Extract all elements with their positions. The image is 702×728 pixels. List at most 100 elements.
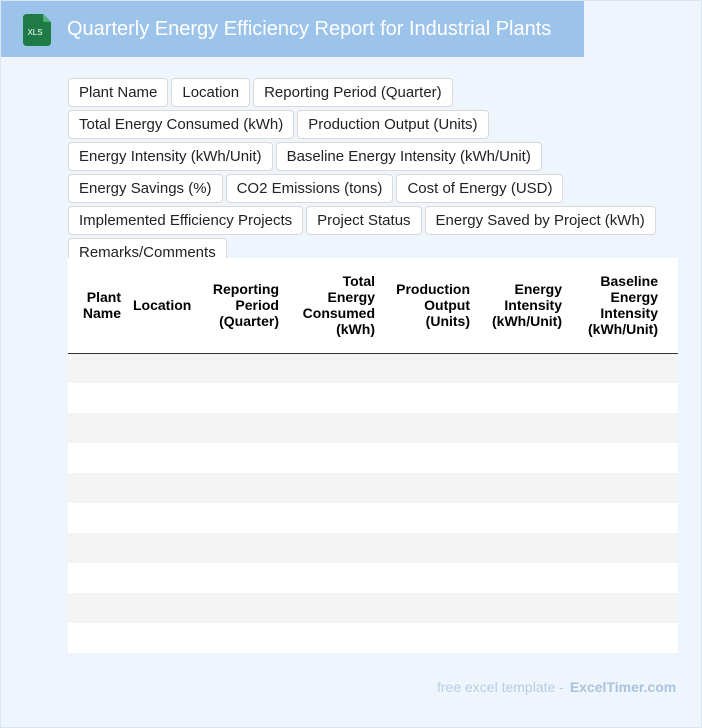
table-cell[interactable]: [383, 563, 478, 593]
table-cell[interactable]: [197, 413, 287, 443]
field-chip[interactable]: Plant Name: [68, 78, 169, 107]
table-cell[interactable]: [478, 533, 570, 563]
table-cell[interactable]: [129, 353, 197, 383]
table-cell[interactable]: [478, 443, 570, 473]
table-cell[interactable]: [287, 533, 383, 563]
field-chip[interactable]: Reporting Period (Quarter): [253, 78, 453, 107]
table-row: [68, 383, 678, 413]
field-chip[interactable]: Energy Saved by Project (kWh): [424, 206, 656, 235]
table-cell[interactable]: [129, 383, 197, 413]
table-cell[interactable]: [197, 383, 287, 413]
table-cell[interactable]: [68, 443, 129, 473]
table-cell[interactable]: [197, 503, 287, 533]
column-header[interactable]: Baseline Energy Intensity (kWh/Unit): [570, 258, 678, 354]
table-cell[interactable]: [287, 413, 383, 443]
table-cell[interactable]: [383, 623, 478, 653]
table-cell[interactable]: [129, 503, 197, 533]
column-header[interactable]: Plant Name: [68, 258, 129, 354]
field-chip[interactable]: Cost of Energy (USD): [396, 174, 564, 203]
table-cell[interactable]: [197, 563, 287, 593]
field-chip[interactable]: Energy Intensity (kWh/Unit): [68, 142, 273, 171]
table-cell[interactable]: [197, 623, 287, 653]
field-chip[interactable]: Total Energy Consumed (kWh): [68, 110, 295, 139]
table-cell[interactable]: [570, 413, 678, 443]
table-cell[interactable]: [129, 563, 197, 593]
table-cell[interactable]: [478, 383, 570, 413]
table-cell[interactable]: [287, 443, 383, 473]
table-cell[interactable]: [287, 383, 383, 413]
column-header[interactable]: Production Output (Units): [383, 258, 478, 354]
table-cell[interactable]: [478, 623, 570, 653]
table-cell[interactable]: [570, 623, 678, 653]
table-cell[interactable]: [570, 563, 678, 593]
table-cell[interactable]: [383, 443, 478, 473]
table-cell[interactable]: [570, 383, 678, 413]
column-header[interactable]: Reporting Period (Quarter): [197, 258, 287, 354]
table-cell[interactable]: [287, 593, 383, 623]
xls-icon-label: XLS: [27, 28, 42, 37]
table-cell[interactable]: [383, 503, 478, 533]
table-row: [68, 593, 678, 623]
table-cell[interactable]: [129, 623, 197, 653]
xls-file-icon: XLS: [23, 14, 51, 46]
field-chip[interactable]: Implemented Efficiency Projects: [68, 206, 304, 235]
table-row: [68, 503, 678, 533]
table-cell[interactable]: [129, 533, 197, 563]
table-cell[interactable]: [68, 413, 129, 443]
table-cell[interactable]: [129, 443, 197, 473]
table-cell[interactable]: [68, 353, 129, 383]
footer-brand-link[interactable]: ExcelTimer.com: [570, 679, 676, 695]
field-chip[interactable]: CO2 Emissions (tons): [225, 174, 394, 203]
table-cell[interactable]: [383, 413, 478, 443]
column-header[interactable]: Location: [129, 258, 197, 354]
table-cell[interactable]: [68, 563, 129, 593]
table-cell[interactable]: [570, 473, 678, 503]
table-cell[interactable]: [478, 473, 570, 503]
table-cell[interactable]: [383, 353, 478, 383]
table-cell[interactable]: [129, 593, 197, 623]
table-row: [68, 533, 678, 563]
table-cell[interactable]: [197, 353, 287, 383]
table-cell[interactable]: [478, 593, 570, 623]
table-cell[interactable]: [129, 413, 197, 443]
table-cell[interactable]: [478, 563, 570, 593]
table-cell[interactable]: [287, 563, 383, 593]
table-cell[interactable]: [197, 473, 287, 503]
table-cell[interactable]: [478, 503, 570, 533]
table-row: [68, 623, 678, 653]
table-cell[interactable]: [68, 503, 129, 533]
table-cell[interactable]: [383, 593, 478, 623]
table-cell[interactable]: [197, 443, 287, 473]
table-cell[interactable]: [68, 533, 129, 563]
field-chip[interactable]: Baseline Energy Intensity (kWh/Unit): [275, 142, 542, 171]
table-cell[interactable]: [129, 473, 197, 503]
table-cell[interactable]: [478, 353, 570, 383]
table-cell[interactable]: [287, 353, 383, 383]
field-chip[interactable]: Project Status: [306, 206, 422, 235]
table-cell[interactable]: [287, 503, 383, 533]
table-cell[interactable]: [287, 473, 383, 503]
table-cell[interactable]: [197, 533, 287, 563]
table-cell[interactable]: [287, 623, 383, 653]
column-header[interactable]: Energy Intensity (kWh/Unit): [478, 258, 570, 354]
table-cell[interactable]: [68, 473, 129, 503]
table-row: [68, 473, 678, 503]
table-cell[interactable]: [570, 503, 678, 533]
table-cell[interactable]: [383, 383, 478, 413]
field-chip[interactable]: Production Output (Units): [297, 110, 489, 139]
table-row: [68, 563, 678, 593]
table-cell[interactable]: [197, 593, 287, 623]
table-cell[interactable]: [478, 413, 570, 443]
table-cell[interactable]: [68, 623, 129, 653]
field-chip[interactable]: Energy Savings (%): [68, 174, 223, 203]
table-cell[interactable]: [570, 593, 678, 623]
column-header[interactable]: Total Energy Consumed (kWh): [287, 258, 383, 354]
table-cell[interactable]: [570, 353, 678, 383]
table-cell[interactable]: [68, 593, 129, 623]
table-cell[interactable]: [383, 533, 478, 563]
table-cell[interactable]: [570, 443, 678, 473]
table-cell[interactable]: [68, 383, 129, 413]
table-cell[interactable]: [570, 533, 678, 563]
table-cell[interactable]: [383, 473, 478, 503]
field-chip[interactable]: Location: [171, 78, 251, 107]
